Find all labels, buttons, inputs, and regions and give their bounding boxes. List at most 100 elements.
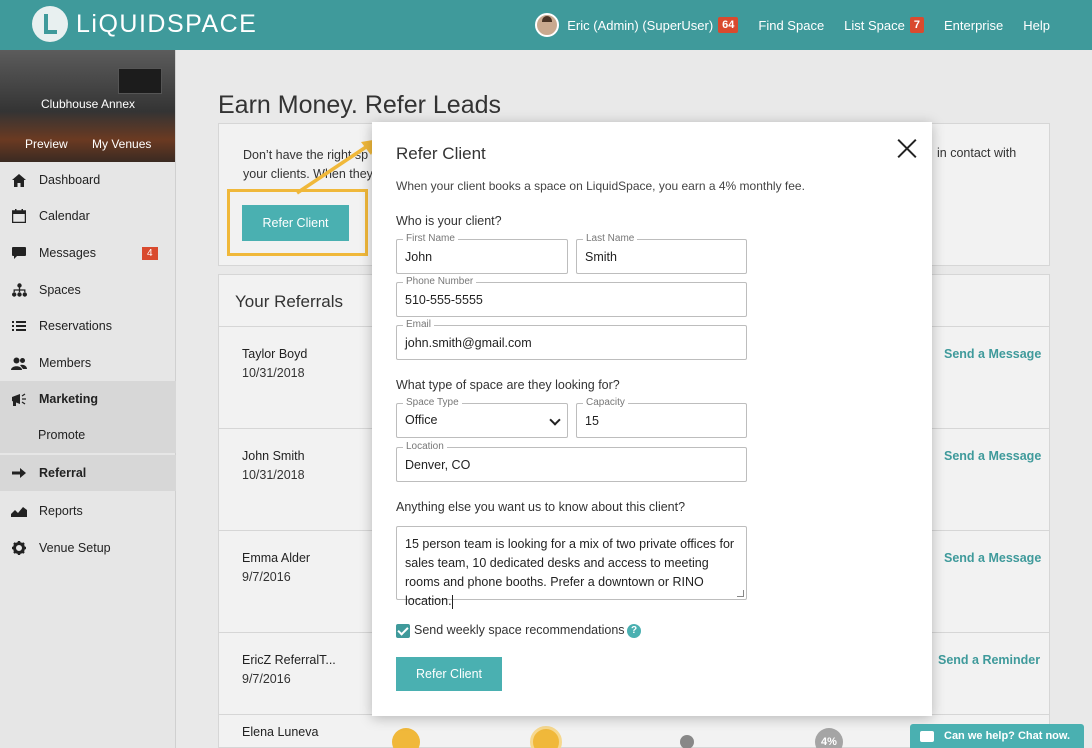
header-nav: Eric (Admin) (SuperUser) 64 Find Space L… xyxy=(535,0,1092,50)
help-link[interactable]: Help xyxy=(1023,18,1050,33)
arrow-right-icon xyxy=(11,465,27,481)
last-name-field[interactable]: Last Name Smith xyxy=(576,233,747,274)
people-icon xyxy=(11,355,27,371)
gear-icon xyxy=(11,540,27,556)
chart-icon xyxy=(11,503,27,519)
last-name-label: Last Name xyxy=(583,233,638,244)
email-field[interactable]: Email john.smith@gmail.com xyxy=(396,319,747,360)
send-message-link[interactable]: Send a Message xyxy=(944,449,1041,463)
find-space-link[interactable]: Find Space xyxy=(758,18,824,33)
weekly-recommendations-label[interactable]: Send weekly space recommendations xyxy=(414,623,625,637)
top-nav-bar: LiQUIDSPACE Eric (Admin) (SuperUser) 64 … xyxy=(0,0,1092,50)
step-percent: 4% xyxy=(815,728,843,748)
sidebar-item-calendar[interactable]: Calendar xyxy=(0,198,176,234)
modal-subtitle: When your client books a space on Liquid… xyxy=(396,179,805,193)
list-space-link[interactable]: List Space 7 xyxy=(844,17,924,33)
sidebar-item-label: Dashboard xyxy=(39,173,101,187)
send-reminder-link[interactable]: Send a Reminder xyxy=(938,653,1040,667)
notes-question: Anything else you want us to know about … xyxy=(396,500,686,514)
referral-name: Emma Alder xyxy=(242,551,311,565)
location-value: Denver, CO xyxy=(405,458,471,472)
refer-client-modal: Refer Client When your client books a sp… xyxy=(372,122,932,716)
space-type-label: Space Type xyxy=(403,397,462,408)
step-dot xyxy=(680,735,694,748)
sidebar-item-referral[interactable]: Referral xyxy=(0,455,176,491)
phone-value: 510-555-5555 xyxy=(405,293,483,307)
logo-mark-icon xyxy=(32,6,68,42)
first-name-label: First Name xyxy=(403,233,458,244)
referral-date: 9/7/2016 xyxy=(242,570,291,584)
list-space-badge: 7 xyxy=(909,17,924,33)
chevron-down-icon xyxy=(549,414,561,426)
sidebar-item-dashboard[interactable]: Dashboard xyxy=(0,162,176,198)
sidebar-item-marketing[interactable]: Marketing xyxy=(0,381,176,417)
help-icon[interactable]: ? xyxy=(627,624,641,638)
venue-photo-tv xyxy=(118,68,162,94)
list-icon xyxy=(11,318,27,334)
chat-bubble-icon xyxy=(920,730,934,742)
intro-text-right: in contact with xyxy=(937,146,1017,160)
sidebar-item-members[interactable]: Members xyxy=(0,345,176,381)
referral-name: John Smith xyxy=(242,449,305,463)
venue-name: Clubhouse Annex xyxy=(40,97,136,111)
sidebar-item-reports[interactable]: Reports xyxy=(0,493,176,529)
sidebar-item-promote[interactable]: Promote xyxy=(0,417,176,453)
client-question: Who is your client? xyxy=(396,214,502,228)
sidebar-item-messages[interactable]: Messages 4 xyxy=(0,235,176,271)
venue-preview-link[interactable]: Preview xyxy=(25,137,68,151)
sidebar-item-label: Messages xyxy=(39,246,96,260)
list-space-label: List Space xyxy=(844,17,905,33)
capacity-label: Capacity xyxy=(583,397,628,408)
user-label: Eric (Admin) (SuperUser) xyxy=(567,17,714,33)
resize-handle-icon[interactable] xyxy=(737,590,744,597)
first-name-value: John xyxy=(405,250,433,264)
liquidspace-logo[interactable]: LiQUIDSPACE xyxy=(32,6,257,42)
sidebar-item-reservations[interactable]: Reservations xyxy=(0,308,176,344)
weekly-recommendations-checkbox[interactable] xyxy=(396,624,410,638)
notes-value: 15 person team is looking for a mix of t… xyxy=(405,537,735,608)
location-label: Location xyxy=(403,441,447,452)
capacity-value: 15 xyxy=(585,414,599,428)
capacity-field[interactable]: Capacity 15 xyxy=(576,397,747,438)
send-message-link[interactable]: Send a Message xyxy=(944,347,1041,361)
chat-icon xyxy=(11,245,27,261)
first-name-field[interactable]: First Name John xyxy=(396,233,568,274)
space-type-value: Office xyxy=(405,413,438,427)
modal-title: Refer Client xyxy=(396,144,486,163)
messages-badge: 4 xyxy=(142,246,158,260)
phone-label: Phone Number xyxy=(403,276,477,287)
phone-field[interactable]: Phone Number 510-555-5555 xyxy=(396,276,747,317)
referrals-title: Your Referrals xyxy=(235,292,344,311)
submit-refer-client-button[interactable]: Refer Client xyxy=(396,657,502,691)
space-type-select[interactable]: Space Type Office xyxy=(396,397,568,438)
user-menu[interactable]: Eric (Admin) (SuperUser) 64 xyxy=(535,13,739,37)
close-icon[interactable] xyxy=(896,138,918,160)
notes-textarea[interactable]: 15 person team is looking for a mix of t… xyxy=(396,526,747,609)
location-field[interactable]: Location Denver, CO xyxy=(396,441,747,482)
step-user-icon xyxy=(392,728,420,748)
sidebar-item-spaces[interactable]: Spaces xyxy=(0,272,176,308)
sidebar: Clubhouse Annex Preview My Venues Dashbo… xyxy=(0,50,176,748)
referral-name: EricZ ReferralT... xyxy=(242,653,336,667)
logo-text: LiQUIDSPACE xyxy=(76,9,258,38)
email-value: john.smith@gmail.com xyxy=(405,336,532,350)
enterprise-link[interactable]: Enterprise xyxy=(944,18,1003,33)
sidebar-item-label: Members xyxy=(39,356,92,370)
sidebar-item-venue-setup[interactable]: Venue Setup xyxy=(0,530,176,566)
sidebar-item-label: Spaces xyxy=(39,283,81,297)
venue-card: Clubhouse Annex Preview My Venues xyxy=(0,50,175,162)
sidebar-item-label: Promote xyxy=(38,428,86,442)
referral-date: 10/31/2018 xyxy=(242,468,305,482)
email-label: Email xyxy=(403,319,435,330)
send-message-link[interactable]: Send a Message xyxy=(944,551,1041,565)
referral-name: Elena Luneva xyxy=(242,725,319,739)
home-icon xyxy=(11,172,27,188)
my-venues-link[interactable]: My Venues xyxy=(92,137,151,151)
sidebar-item-label: Referral xyxy=(39,466,87,480)
sitemap-icon xyxy=(11,282,27,298)
sidebar-item-label: Reports xyxy=(39,504,83,518)
referral-date: 10/31/2018 xyxy=(242,366,305,380)
chat-widget[interactable]: Can we help? Chat now. xyxy=(910,724,1084,748)
referral-date: 9/7/2016 xyxy=(242,672,291,686)
last-name-value: Smith xyxy=(585,250,617,264)
